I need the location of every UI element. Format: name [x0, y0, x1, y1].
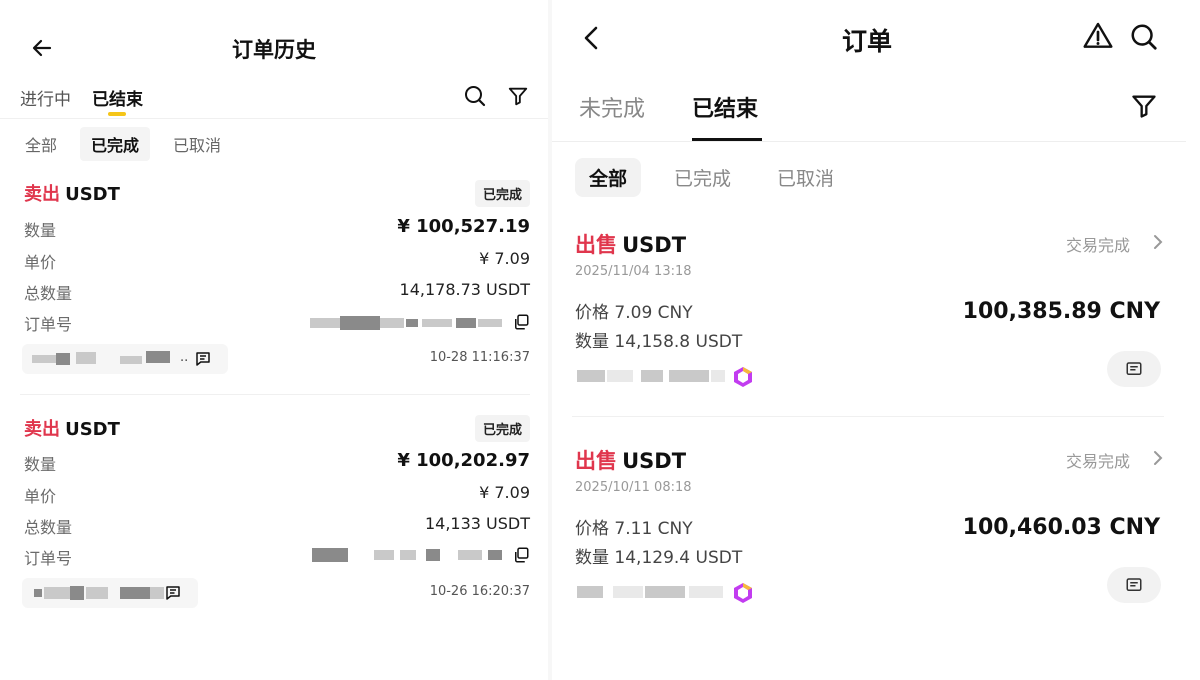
filter-icon[interactable] — [1130, 92, 1158, 120]
counterparty-pill[interactable]: .. — [22, 344, 228, 374]
order-card[interactable]: 出售 USDT 交易完成 2025/10/11 08:18 价格 7.11 CN… — [552, 441, 1182, 631]
order-side: 卖出 — [24, 419, 60, 440]
counterparty-redacted — [577, 370, 727, 382]
order-header: 卖出 USDT — [24, 415, 120, 441]
chat-icon[interactable] — [194, 350, 212, 368]
order-header: 出售 USDT — [575, 229, 686, 259]
order-total: 100,385.89 CNY — [962, 299, 1160, 324]
order-card[interactable]: 卖出 USDT 已完成 数量 ¥ 100,527.19 单价 ¥ 7.09 总数… — [0, 170, 548, 390]
total-amount-value: 14,133 USDT — [424, 514, 530, 533]
order-number-redacted — [310, 316, 505, 330]
unit-price-label: 单价 — [24, 487, 57, 506]
order-coin: USDT — [65, 419, 120, 440]
order-time: 10-28 11:16:37 — [429, 350, 530, 365]
order-date: 2025/10/11 08:18 — [575, 480, 692, 495]
unit-price-value: ¥ 7.09 — [479, 483, 530, 502]
order-header: 出售 USDT — [575, 445, 686, 475]
filter-chip-all[interactable]: 全部 — [14, 127, 68, 161]
order-coin: USDT — [622, 449, 687, 473]
chat-button[interactable] — [1107, 351, 1161, 387]
order-price: 价格 7.09 CNY — [575, 303, 693, 323]
chat-icon — [1125, 576, 1143, 594]
filter-icon[interactable] — [507, 85, 529, 107]
order-amount: 数量 14,129.4 USDT — [575, 548, 743, 568]
order-status: 交易完成 — [1065, 452, 1130, 471]
card-divider — [20, 394, 530, 395]
order-header: 卖出 USDT — [24, 180, 120, 206]
quantity-value: ¥ 100,527.19 — [397, 216, 530, 237]
merchant-badge-icon — [731, 365, 755, 389]
active-tab-indicator — [108, 112, 126, 116]
counterparty-pill[interactable] — [22, 578, 198, 608]
quantity-value: ¥ 100,202.97 — [397, 450, 530, 471]
chat-icon[interactable] — [164, 584, 182, 602]
copy-icon[interactable] — [512, 313, 530, 331]
status-badge: 已完成 — [474, 415, 530, 442]
orders-panel: 订单 未完成 已结束 全部 已完成 已取消 出售 USDT 交易完成 2025/… — [552, 0, 1200, 680]
quantity-label: 数量 — [24, 455, 57, 474]
warning-icon[interactable] — [1082, 20, 1114, 52]
order-status: 交易完成 — [1065, 236, 1130, 255]
order-coin: USDT — [65, 184, 120, 205]
tab-ended[interactable]: 已结束 — [92, 85, 143, 110]
chevron-right-icon[interactable] — [1152, 234, 1164, 250]
order-card[interactable]: 出售 USDT 交易完成 2025/11/04 13:18 价格 7.09 CN… — [552, 225, 1182, 415]
tabs-divider — [0, 118, 548, 119]
tab-in-progress[interactable]: 进行中 — [20, 85, 71, 110]
card-divider — [572, 416, 1164, 417]
status-badge: 已完成 — [474, 180, 530, 207]
filter-chip-completed[interactable]: 已完成 — [660, 158, 745, 197]
filter-chip-cancelled[interactable]: 已取消 — [763, 158, 848, 197]
order-side: 出售 — [575, 233, 617, 257]
total-amount-label: 总数量 — [24, 518, 73, 537]
tab-incomplete[interactable]: 未完成 — [579, 91, 645, 123]
merchant-badge-icon — [731, 581, 755, 605]
order-history-panel: 订单历史 进行中 已结束 全部 已完成 已取消 卖出 USDT 已完成 数量 ¥… — [0, 0, 548, 680]
search-icon[interactable] — [1129, 22, 1159, 52]
order-total: 100,460.03 CNY — [962, 515, 1160, 540]
total-amount-label: 总数量 — [24, 284, 73, 303]
total-amount-value: 14,178.73 USDT — [399, 280, 530, 299]
order-number-label: 订单号 — [24, 315, 73, 334]
order-side: 卖出 — [24, 184, 60, 205]
filter-chip-all[interactable]: 全部 — [575, 158, 642, 197]
tabs-divider — [552, 141, 1186, 142]
order-coin: USDT — [622, 233, 687, 257]
order-number-label: 订单号 — [24, 549, 73, 568]
order-card[interactable]: 卖出 USDT 已完成 数量 ¥ 100,202.97 单价 ¥ 7.09 总数… — [0, 405, 548, 625]
tab-ended[interactable]: 已结束 — [692, 91, 758, 123]
page-title: 订单历史 — [232, 38, 316, 62]
order-amount: 数量 14,158.8 USDT — [575, 332, 743, 352]
filter-chip-cancelled[interactable]: 已取消 — [162, 127, 232, 161]
order-date: 2025/11/04 13:18 — [575, 264, 692, 279]
counterparty-ellipsis: .. — [180, 350, 189, 365]
quantity-label: 数量 — [24, 221, 57, 240]
chat-button[interactable] — [1107, 567, 1161, 603]
chat-icon — [1125, 360, 1143, 378]
order-side: 出售 — [575, 449, 617, 473]
counterparty-redacted — [577, 586, 727, 598]
copy-icon[interactable] — [512, 546, 530, 564]
order-time: 10-26 16:20:37 — [429, 584, 530, 599]
chevron-right-icon[interactable] — [1152, 450, 1164, 466]
filter-chip-completed[interactable]: 已完成 — [80, 127, 151, 161]
search-icon[interactable] — [463, 84, 487, 108]
order-number-redacted — [312, 548, 507, 562]
unit-price-value: ¥ 7.09 — [479, 249, 530, 268]
unit-price-label: 单价 — [24, 253, 57, 272]
order-price: 价格 7.11 CNY — [575, 519, 693, 539]
